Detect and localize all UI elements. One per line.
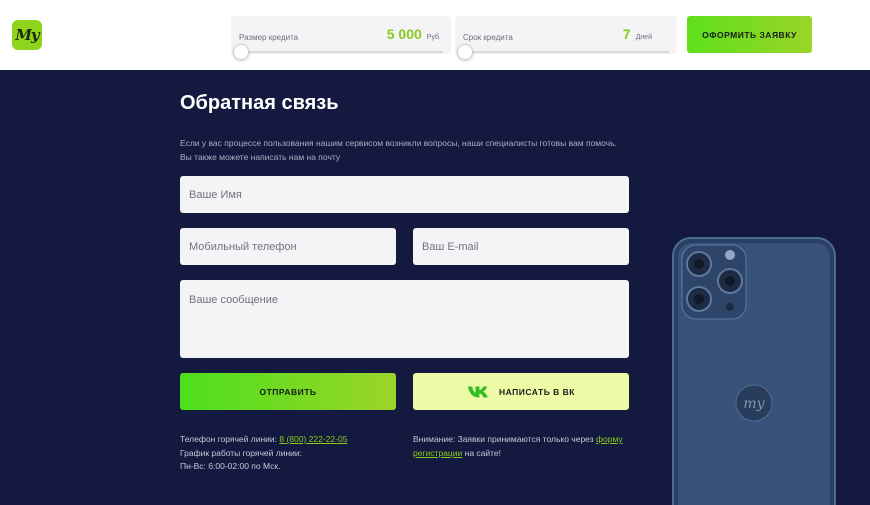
loan-amount-slider[interactable]: Размер кредита 5 000 Руб. (231, 16, 451, 60)
name-input[interactable]: Ваше Имя (180, 176, 629, 213)
notice-text-before: Внимание: Заявки принимаются только чере… (413, 434, 596, 444)
schedule-label: График работы горячей линии: (180, 447, 303, 458)
hotline-number-link[interactable]: 8 (800) 222-22-05 (279, 434, 347, 444)
notice-text-after: на сайте! (462, 447, 502, 458)
loan-amount-label: Размер кредита (239, 33, 299, 42)
description-line-2: Вы также можете написать нам на почту (180, 152, 341, 162)
top-header: My Размер кредита 5 000 Руб. Срок кредит… (0, 0, 870, 70)
message-textarea[interactable]: Ваше сообщение (180, 280, 629, 358)
apply-button[interactable]: ОФОРМИТЬ ЗАЯВКУ (687, 16, 812, 53)
loan-term-label: Срок кредита (463, 33, 513, 42)
vk-button-label: НАПИСАТЬ В ВК (498, 386, 575, 397)
hotline-label: Телефон горячей линии: (180, 434, 280, 444)
logo[interactable]: My (12, 20, 42, 50)
page-title: Обратная связь (180, 92, 339, 114)
vk-icon (467, 386, 488, 397)
phone-input[interactable]: Мобильный телефон (180, 228, 396, 265)
description-line-1: Если у вас процессе пользования нашим се… (180, 138, 617, 148)
vk-button[interactable]: НАПИСАТЬ В ВК (413, 373, 629, 410)
loan-term-unit: Дней (635, 34, 652, 41)
loan-amount-unit: Руб. (426, 34, 441, 41)
hotline-info: Телефон горячей линии: 8 (800) 222-22-05… (180, 433, 400, 474)
schedule-value: Пн-Вс: 6:00-02:00 по Мск. (180, 461, 281, 471)
email-input[interactable]: Ваш E-mail (413, 228, 629, 265)
loan-term-track[interactable] (463, 51, 669, 53)
loan-term-value-group: 7 Дней (623, 26, 652, 42)
phone-image: my (672, 237, 836, 505)
loan-amount-thumb[interactable] (233, 44, 249, 60)
loan-amount-value: 5 000 (386, 26, 422, 42)
loan-amount-track[interactable] (239, 51, 443, 53)
send-button[interactable]: ОТПРАВИТЬ (180, 373, 396, 410)
logo-text: My (15, 26, 39, 44)
loan-term-slider[interactable]: Срок кредита 7 Дней (455, 16, 677, 60)
notice-info: Внимание: Заявки принимаются только чере… (413, 433, 631, 460)
phone-logo-text: my (743, 396, 765, 412)
loan-term-thumb[interactable] (457, 44, 473, 60)
feedback-description: Если у вас процессе пользования нашим се… (180, 136, 640, 164)
hotline-line: Телефон горячей линии: 8 (800) 222-22-05 (180, 433, 400, 447)
loan-term-value: 7 (622, 26, 631, 42)
loan-amount-value-group: 5 000 Руб. (387, 26, 441, 42)
